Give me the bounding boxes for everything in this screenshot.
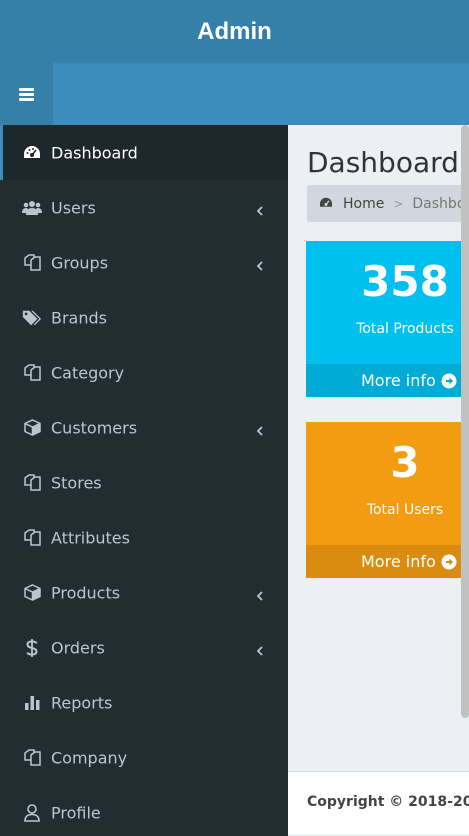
sidebar-item-profile[interactable]: Profile — [0, 785, 288, 836]
main-content: DashboardCo Home > Dashboar 358 Total Pr… — [288, 125, 469, 771]
more-info-label: More info — [361, 552, 436, 571]
arrow-circle-right-icon — [441, 373, 457, 389]
sidebar-item-label: Attributes — [51, 528, 130, 547]
users-icon — [22, 198, 42, 218]
more-info-label: More info — [361, 371, 436, 390]
copy-icon — [22, 253, 42, 273]
sidebar-item-customers[interactable]: Customers — [0, 400, 288, 455]
arrow-circle-right-icon — [441, 554, 457, 570]
bar-chart-icon — [22, 693, 42, 713]
chevron-left-icon — [255, 587, 265, 601]
dollar-icon — [22, 638, 42, 658]
sidebar-item-label: Company — [51, 748, 128, 767]
more-info-link[interactable]: More info — [306, 364, 469, 397]
sidebar-item-category[interactable]: Category — [0, 345, 288, 400]
total-users-value: 3 — [390, 438, 420, 487]
sidebar-item-label: Groups — [51, 253, 109, 272]
sidebar-item-label: Profile — [51, 803, 101, 822]
cube-icon — [22, 583, 42, 603]
total-users-label: Total Users — [366, 502, 444, 518]
page-title: DashboardCo — [307, 146, 469, 179]
dashboard-icon — [319, 197, 333, 211]
sidebar-item-groups[interactable]: Groups — [0, 235, 288, 290]
copyright-text: Copyright © 2018-202 — [307, 794, 469, 810]
copy-icon — [22, 528, 42, 548]
breadcrumb-home-link[interactable]: Home — [343, 196, 384, 212]
sidebar-item-attributes[interactable]: Attributes — [0, 510, 288, 565]
total-products-label: Total Products — [356, 321, 454, 337]
hamburger-icon — [19, 87, 34, 101]
sidebar-item-label: Dashboard — [51, 143, 138, 162]
brand-logo-text[interactable]: Admin — [197, 18, 272, 46]
sidebar-item-stores[interactable]: Stores — [0, 455, 288, 510]
vertical-scrollbar[interactable] — [461, 125, 469, 718]
dashboard-icon — [22, 143, 42, 163]
sidebar-item-reports[interactable]: Reports — [0, 675, 288, 730]
page-footer: Copyright © 2018-202 — [288, 771, 469, 834]
chevron-left-icon — [255, 642, 265, 656]
sidebar-item-label: Users — [51, 198, 96, 217]
chevron-left-icon — [255, 422, 265, 436]
user-icon — [22, 803, 42, 823]
copy-icon — [22, 473, 42, 493]
sidebar-item-orders[interactable]: Orders — [0, 620, 288, 675]
total-users-box: 3 Total Users More info — [306, 422, 469, 578]
sidebar-item-brands[interactable]: Brands — [0, 290, 288, 345]
more-info-link[interactable]: More info — [306, 545, 469, 578]
tags-icon — [22, 308, 42, 328]
sidebar-item-dashboard[interactable]: Dashboard — [0, 125, 288, 180]
top-navbar — [0, 63, 469, 125]
page-title-text: Dashboard — [307, 146, 459, 179]
sidebar-item-label: Stores — [51, 473, 102, 492]
cube-icon — [22, 418, 42, 438]
total-products-value: 358 — [361, 257, 449, 306]
total-products-box: 358 Total Products More info — [306, 241, 469, 397]
sidebar-item-label: Category — [51, 363, 125, 382]
chevron-left-icon — [255, 257, 265, 271]
sidebar-item-users[interactable]: Users — [0, 180, 288, 235]
brand-header[interactable]: Admin — [0, 0, 469, 63]
sidebar-item-label: Orders — [51, 638, 105, 657]
sidebar-item-label: Customers — [51, 418, 138, 437]
breadcrumb: Home > Dashboar — [307, 185, 469, 222]
sidebar-item-company[interactable]: Company — [0, 730, 288, 785]
sidebar-item-products[interactable]: Products — [0, 565, 288, 620]
sidebar-item-label: Reports — [51, 693, 113, 712]
breadcrumb-separator: > — [393, 196, 404, 211]
sidebar-item-label: Brands — [51, 308, 107, 327]
sidebar-menu: Dashboard Users Groups Brands Category C… — [0, 125, 288, 836]
copy-icon — [22, 748, 42, 768]
sidebar-item-label: Products — [51, 583, 121, 602]
chevron-left-icon — [255, 202, 265, 216]
sidebar-toggle-button[interactable] — [0, 63, 53, 125]
copy-icon — [22, 363, 42, 383]
